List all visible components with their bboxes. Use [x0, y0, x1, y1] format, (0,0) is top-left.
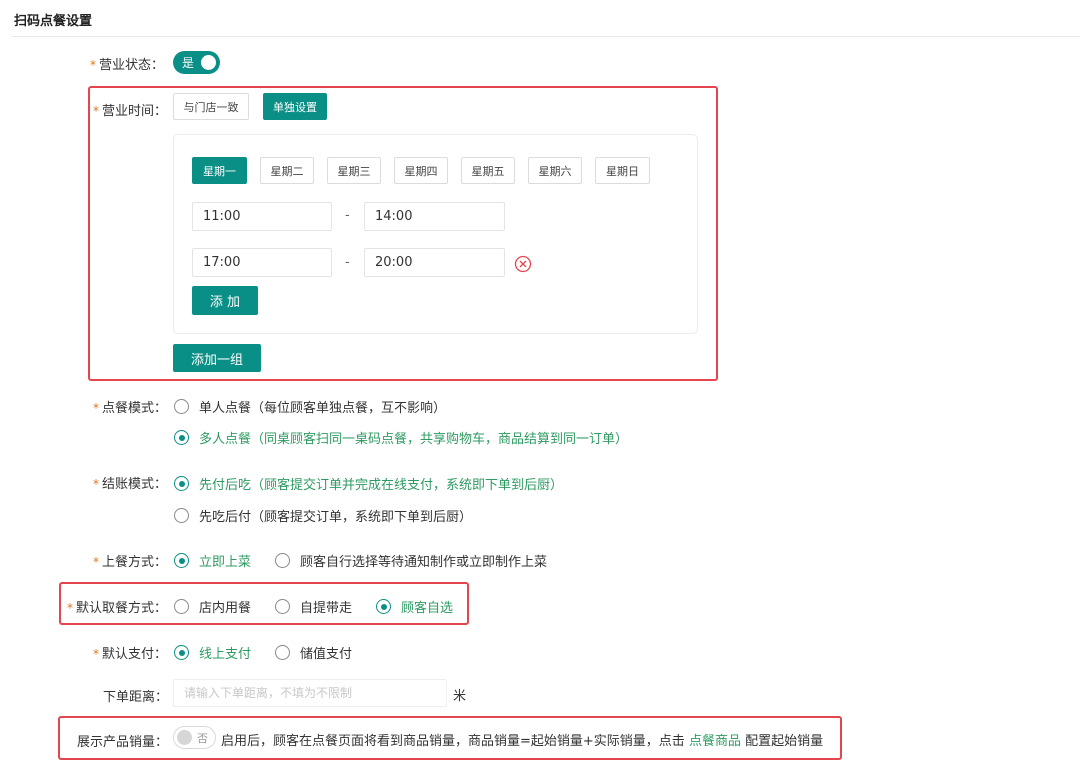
- tab-thursday[interactable]: 星期四: [394, 157, 448, 184]
- business-hours-label: * 营业时间：: [93, 100, 167, 119]
- radio-selected[interactable]: [174, 553, 189, 568]
- option-label: 立即上菜: [199, 555, 252, 570]
- order-distance-label: 下单距离：: [103, 690, 169, 705]
- option-label: 店内用餐: [199, 601, 252, 616]
- tab-monday[interactable]: 星期一: [192, 157, 247, 184]
- radio-selected[interactable]: [174, 430, 189, 445]
- slot-2-start-time[interactable]: 17:00: [192, 248, 332, 277]
- order-mode-label-text: 点餐模式：: [102, 401, 168, 416]
- order-mode-label: * 点餐模式：: [93, 397, 167, 416]
- radio-selected[interactable]: [174, 645, 189, 660]
- serving-mode-label-text: 上餐方式：: [102, 555, 168, 570]
- slot-1-end-time[interactable]: 14:00: [364, 202, 505, 231]
- add-time-slot-button[interactable]: 添 加: [192, 286, 258, 315]
- payment-mode-option-stored-value[interactable]: 储值支付: [275, 643, 352, 662]
- mode-custom-button[interactable]: 单独设置: [263, 93, 327, 120]
- order-distance-unit: 米: [453, 689, 467, 704]
- checkout-mode-option-pay-first[interactable]: 先付后吃（顾客提交订单并完成在线支付，系统即下单到后厨）: [174, 474, 563, 493]
- order-products-link[interactable]: 点餐商品: [689, 734, 741, 749]
- payment-mode-label: * 默认支付：: [93, 643, 167, 662]
- tab-sunday[interactable]: 星期日: [595, 157, 650, 184]
- toggle-knob: [177, 730, 192, 745]
- page-title: 扫码点餐设置: [14, 14, 93, 29]
- slot-2-end-time[interactable]: 20:00: [364, 248, 505, 277]
- payment-mode-option-online[interactable]: 线上支付: [174, 643, 251, 662]
- order-mode-option-multi[interactable]: 多人点餐（同桌顾客扫同一桌码点餐，共享购物车，商品结算到同一订单）: [174, 428, 628, 447]
- order-mode-option-single[interactable]: 单人点餐（每位顾客单独点餐，互不影响）: [174, 397, 446, 416]
- radio-unselected[interactable]: [275, 599, 290, 614]
- radio-unselected[interactable]: [174, 508, 189, 523]
- pickup-mode-option-takeaway[interactable]: 自提带走: [275, 597, 352, 616]
- checkout-mode-label-text: 结账模式：: [102, 477, 168, 492]
- required-mark: *: [90, 58, 96, 72]
- option-label: 先付后吃（顾客提交订单并完成在线支付，系统即下单到后厨）: [199, 478, 564, 493]
- show-sales-label: 展示产品销量：: [77, 735, 169, 750]
- payment-mode-label-text: 默认支付：: [102, 647, 168, 662]
- serving-mode-option-immediate[interactable]: 立即上菜: [174, 551, 251, 570]
- option-label: 储值支付: [300, 647, 353, 662]
- slot-1-start-time[interactable]: 11:00: [192, 202, 332, 231]
- radio-unselected[interactable]: [275, 645, 290, 660]
- title-divider: [12, 36, 1080, 37]
- close-circle-icon[interactable]: [514, 255, 532, 273]
- checkout-mode-option-eat-first[interactable]: 先吃后付（顾客提交订单，系统即下单到后厨）: [174, 506, 472, 525]
- required-mark: *: [93, 477, 99, 491]
- slot-separator: -: [345, 208, 350, 223]
- show-sales-description: 启用后，顾客在点餐页面将看到商品销量，商品销量=起始销量+实际销量，点击 点餐商…: [221, 730, 823, 749]
- show-sales-desc-tail: 配置起始销量: [745, 734, 824, 749]
- option-label: 多人点餐（同桌顾客扫同一桌码点餐，共享购物车，商品结算到同一订单）: [199, 432, 629, 447]
- add-group-button[interactable]: 添加一组: [173, 344, 261, 372]
- pickup-mode-label: * 默认取餐方式：: [67, 597, 167, 616]
- pickup-mode-option-dine-in[interactable]: 店内用餐: [174, 597, 251, 616]
- required-mark: *: [67, 601, 73, 615]
- required-mark: *: [93, 104, 99, 118]
- required-mark: *: [93, 401, 99, 415]
- order-distance-input[interactable]: [173, 679, 447, 707]
- serving-mode-option-customer-choose[interactable]: 顾客自行选择等待通知制作或立即制作上菜: [275, 551, 547, 570]
- checkout-mode-label: * 结账模式：: [93, 473, 167, 492]
- show-sales-toggle-text: 否: [197, 732, 208, 745]
- option-label: 单人点餐（每位顾客单独点餐，互不影响）: [199, 401, 447, 416]
- slot-separator: -: [345, 255, 350, 270]
- tab-tuesday[interactable]: 星期二: [260, 157, 314, 184]
- business-hours-label-text: 营业时间：: [102, 104, 168, 119]
- pickup-mode-label-text: 默认取餐方式：: [76, 601, 168, 616]
- radio-unselected[interactable]: [275, 553, 290, 568]
- serving-mode-label: * 上餐方式：: [93, 551, 167, 570]
- option-label: 自提带走: [300, 601, 353, 616]
- toggle-knob: [201, 55, 216, 70]
- tab-friday[interactable]: 星期五: [461, 157, 515, 184]
- radio-unselected[interactable]: [174, 399, 189, 414]
- radio-selected[interactable]: [376, 599, 391, 614]
- business-status-label-text: 营业状态：: [99, 58, 165, 73]
- radio-unselected[interactable]: [174, 599, 189, 614]
- business-status-toggle[interactable]: 是: [173, 51, 220, 74]
- option-label: 顾客自行选择等待通知制作或立即制作上菜: [300, 555, 548, 570]
- option-label: 线上支付: [199, 647, 252, 662]
- pickup-mode-option-customer-choose[interactable]: 顾客自选: [376, 597, 453, 616]
- business-status-label: * 营业状态：: [90, 54, 164, 73]
- tab-wednesday[interactable]: 星期三: [327, 157, 381, 184]
- radio-selected[interactable]: [174, 476, 189, 491]
- required-mark: *: [93, 647, 99, 661]
- option-label: 先吃后付（顾客提交订单，系统即下单到后厨）: [199, 510, 473, 525]
- business-status-toggle-text: 是: [182, 56, 195, 70]
- tab-saturday[interactable]: 星期六: [528, 157, 582, 184]
- show-sales-desc-text: 启用后，顾客在点餐页面将看到商品销量，商品销量=起始销量+实际销量，点击: [221, 734, 685, 749]
- option-label: 顾客自选: [401, 601, 454, 616]
- show-sales-toggle[interactable]: 否: [173, 726, 216, 749]
- required-mark: *: [93, 555, 99, 569]
- mode-same-as-store-button[interactable]: 与门店一致: [173, 93, 249, 120]
